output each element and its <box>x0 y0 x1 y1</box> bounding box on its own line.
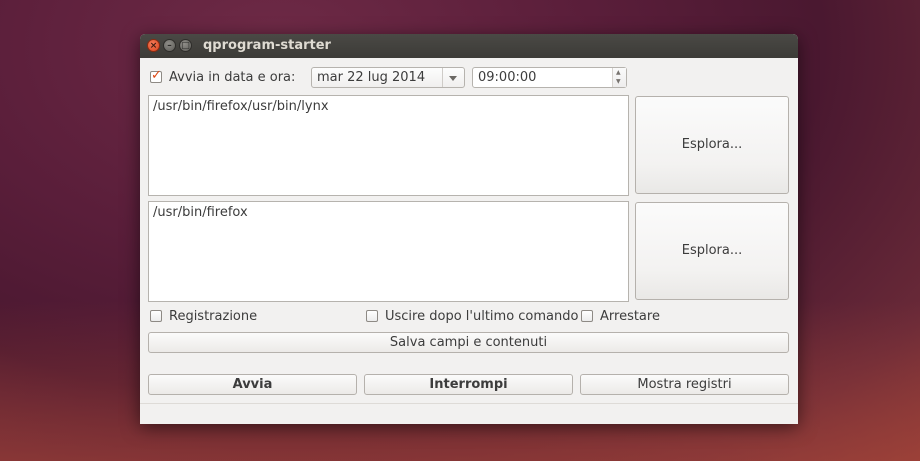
stop-button[interactable]: Interrompi <box>364 374 573 395</box>
app-window: × – □ qprogram-starter ✓ Avvia in data e… <box>140 34 798 424</box>
log-label: Registrazione <box>169 309 258 324</box>
command-text-2: /usr/bin/firefox <box>153 205 248 220</box>
show-logs-button[interactable]: Mostra registri <box>580 374 789 395</box>
exit-after-checkbox[interactable] <box>366 310 378 322</box>
arrow-down-icon[interactable]: ▼ <box>616 79 621 85</box>
spin-buttons[interactable]: ▲ ▼ <box>612 68 626 87</box>
schedule-checkbox[interactable]: ✓ <box>150 68 162 83</box>
log-checkbox[interactable] <box>150 310 162 322</box>
close-icon[interactable]: × <box>147 39 160 52</box>
arrow-up-icon[interactable]: ▲ <box>616 70 621 76</box>
date-value: mar 22 lug 2014 <box>317 70 426 85</box>
time-spinbox[interactable]: 09:00:00 ▲ ▼ <box>472 67 627 88</box>
minimize-icon[interactable]: – <box>163 39 176 52</box>
title-bar[interactable]: × – □ qprogram-starter <box>140 34 798 58</box>
shutdown-checkbox[interactable] <box>581 310 593 322</box>
shutdown-label: Arrestare <box>600 309 660 324</box>
window-title: qprogram-starter <box>203 38 331 53</box>
schedule-label: Avvia in data e ora: <box>169 70 296 85</box>
browse-button-2[interactable]: Esplora... <box>635 202 789 300</box>
date-dropdown[interactable]: mar 22 lug 2014 <box>311 67 465 88</box>
command-textarea-2[interactable]: /usr/bin/firefox <box>148 201 629 302</box>
command-text-1: /usr/bin/firefox/usr/bin/lynx <box>153 99 329 114</box>
status-bar <box>140 403 798 424</box>
command-textarea-1[interactable]: /usr/bin/firefox/usr/bin/lynx <box>148 95 629 196</box>
start-button[interactable]: Avvia <box>148 374 357 395</box>
maximize-icon[interactable]: □ <box>179 39 192 52</box>
time-value: 09:00:00 <box>478 70 537 85</box>
exit-after-label: Uscire dopo l'ultimo comando <box>385 309 579 324</box>
checkmark-icon: ✓ <box>151 68 162 83</box>
save-fields-button[interactable]: Salva campi e contenuti <box>148 332 789 353</box>
dropdown-button[interactable] <box>442 68 464 87</box>
chevron-down-icon <box>449 76 457 81</box>
browse-button-1[interactable]: Esplora... <box>635 96 789 194</box>
